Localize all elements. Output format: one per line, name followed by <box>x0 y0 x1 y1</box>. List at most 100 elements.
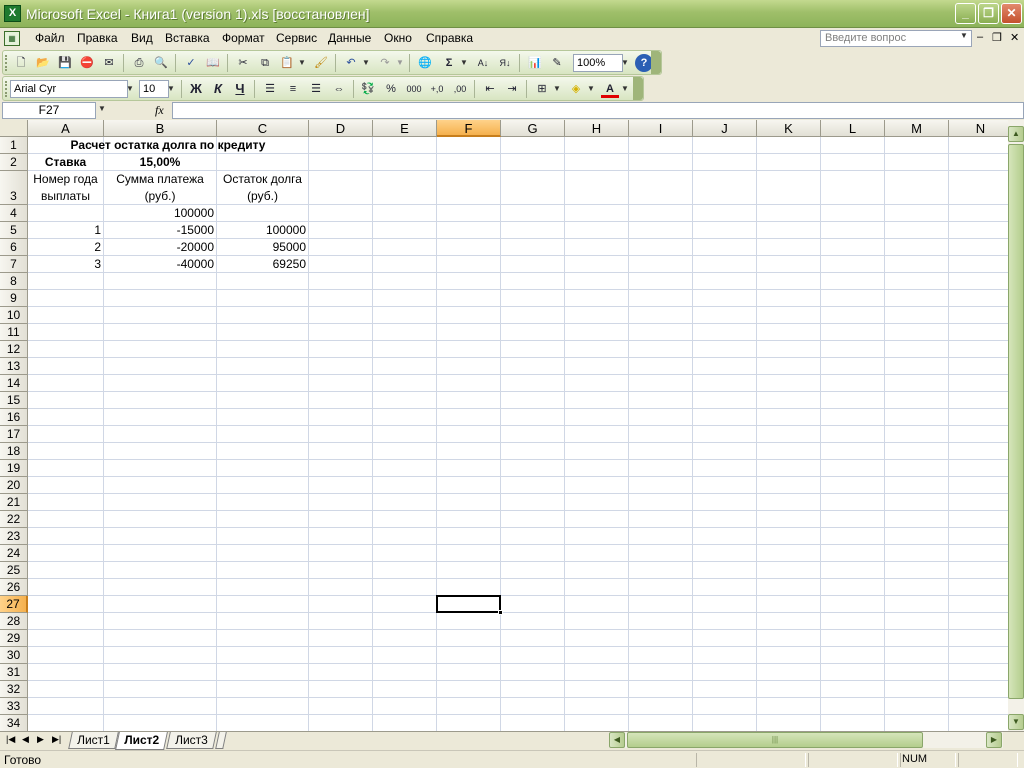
vertical-scrollbar[interactable]: ▲ ▼ <box>1008 120 1024 731</box>
row-header[interactable]: 1 <box>0 137 28 154</box>
print-preview-icon[interactable]: 🔍 <box>152 54 170 72</box>
chevron-down-icon[interactable]: ▼ <box>458 54 470 72</box>
row-header[interactable]: 29 <box>0 630 28 647</box>
chevron-down-icon[interactable]: ▼ <box>165 80 177 98</box>
column-header[interactable]: J <box>693 120 757 137</box>
data-cell[interactable]: -40000 <box>106 256 214 272</box>
row-header[interactable]: 28 <box>0 613 28 630</box>
data-cell[interactable]: 2 <box>30 239 101 255</box>
increase-indent-icon[interactable]: ⇥ <box>503 80 521 98</box>
column-header[interactable]: D <box>309 120 373 137</box>
column-header[interactable]: I <box>629 120 693 137</box>
row-header[interactable]: 19 <box>0 460 28 477</box>
workbook-icon[interactable]: ▦ <box>4 31 20 46</box>
chevron-down-icon[interactable]: ▼ <box>619 80 631 98</box>
formula-input[interactable] <box>172 102 1024 119</box>
row-header[interactable]: 25 <box>0 562 28 579</box>
cut-icon[interactable]: ✂ <box>234 54 252 72</box>
column-header[interactable]: C <box>217 120 309 137</box>
copy-icon[interactable]: ⧉ <box>256 54 274 72</box>
row-header[interactable]: 16 <box>0 409 28 426</box>
horizontal-scrollbar[interactable]: ◀ ||| ▶ <box>609 732 1003 748</box>
fill-handle[interactable] <box>498 610 503 615</box>
chevron-down-icon[interactable]: ▼ <box>124 80 136 98</box>
chart-wizard-icon[interactable]: 📊 <box>526 54 544 72</box>
next-sheet-icon[interactable]: ▶ <box>37 734 44 745</box>
insert-function-icon[interactable]: fx <box>155 103 164 118</box>
data-cell[interactable]: 69250 <box>219 256 306 272</box>
row-header[interactable]: 4 <box>0 205 28 222</box>
toolbar-options-icon[interactable] <box>651 51 661 74</box>
column-header[interactable]: M <box>885 120 949 137</box>
menu-edit[interactable]: Правка <box>75 31 120 45</box>
menu-format[interactable]: Формат <box>220 31 267 45</box>
close-button[interactable]: ✕ <box>1001 3 1022 24</box>
last-sheet-icon[interactable]: ▶| <box>52 734 61 745</box>
maximize-button[interactable]: ❐ <box>978 3 999 24</box>
permission-icon[interactable]: ⛔ <box>78 54 96 72</box>
row-header[interactable]: 8 <box>0 273 28 290</box>
column-header[interactable]: F <box>437 120 501 137</box>
header-cell[interactable]: Остаток долга (руб.) <box>219 171 306 204</box>
align-right-icon[interactable]: ☰ <box>307 80 325 98</box>
align-center-icon[interactable]: ≡ <box>284 80 302 98</box>
scroll-left-icon[interactable]: ◀ <box>609 732 625 748</box>
column-header[interactable]: N <box>949 120 1008 137</box>
row-header[interactable]: 13 <box>0 358 28 375</box>
scroll-up-icon[interactable]: ▲ <box>1008 126 1024 142</box>
tab-sheet2[interactable]: Лист2 <box>115 732 168 750</box>
row-header[interactable]: 33 <box>0 698 28 715</box>
chevron-down-icon[interactable]: ▼ <box>360 54 372 72</box>
autosum-icon[interactable]: Σ <box>440 54 458 72</box>
currency-icon[interactable]: 💱 <box>359 80 377 98</box>
spreadsheet-grid[interactable]: A B C D E F G H I J K L M N 1 2 3 4 5 6 7 8 9 10 11 12 13 14 15 16 17 1… <box>0 120 1008 731</box>
font-name-field[interactable]: Arial Cyr <box>10 80 128 98</box>
scroll-right-icon[interactable]: ▶ <box>986 732 1002 748</box>
underline-button[interactable]: Ч <box>231 80 249 98</box>
row-header[interactable]: 22 <box>0 511 28 528</box>
merge-center-icon[interactable]: ⇔ <box>330 80 348 98</box>
column-header[interactable]: G <box>501 120 565 137</box>
row-header[interactable]: 34 <box>0 715 28 731</box>
drawing-icon[interactable]: ✎ <box>548 54 566 72</box>
row-header[interactable]: 21 <box>0 494 28 511</box>
increase-decimal-button[interactable]: +,0 <box>428 80 446 98</box>
column-header[interactable]: L <box>821 120 885 137</box>
print-icon[interactable]: ⎙ <box>130 54 148 72</box>
row-header[interactable]: 31 <box>0 664 28 681</box>
first-sheet-icon[interactable]: |◀ <box>6 734 15 745</box>
menu-window[interactable]: Окно <box>382 31 414 45</box>
tab-sheet1[interactable]: Лист1 <box>68 732 119 749</box>
row-header[interactable]: 23 <box>0 528 28 545</box>
column-header[interactable]: H <box>565 120 629 137</box>
thousands-separator-button[interactable]: 000 <box>405 80 423 98</box>
undo-icon[interactable]: ↶ <box>342 54 360 72</box>
prev-sheet-icon[interactable]: ◀ <box>22 734 29 745</box>
select-all-button[interactable] <box>0 120 28 137</box>
row-header[interactable]: 32 <box>0 681 28 698</box>
rate-label-cell[interactable]: Ставка <box>30 154 101 170</box>
font-color-icon[interactable]: A <box>601 80 619 98</box>
italic-button[interactable]: К <box>209 80 227 98</box>
column-header[interactable]: B <box>104 120 217 137</box>
toolbar-grip[interactable] <box>5 55 8 71</box>
row-header[interactable]: 24 <box>0 545 28 562</box>
header-cell[interactable]: Номер года выплаты <box>30 171 101 204</box>
bold-button[interactable]: Ж <box>187 80 205 98</box>
name-box[interactable]: F27 <box>2 102 96 119</box>
vertical-scroll-thumb[interactable] <box>1008 144 1024 699</box>
row-header[interactable]: 2 <box>0 154 28 171</box>
menu-data[interactable]: Данные <box>326 31 373 45</box>
decrease-indent-icon[interactable]: ⇤ <box>481 80 499 98</box>
row-header[interactable]: 10 <box>0 307 28 324</box>
column-header[interactable]: K <box>757 120 821 137</box>
spelling-icon[interactable]: ✓ <box>182 54 200 72</box>
rate-value-cell[interactable]: 15,00% <box>106 154 214 170</box>
column-header[interactable]: E <box>373 120 437 137</box>
menu-tools[interactable]: Сервис <box>274 31 319 45</box>
row-header[interactable]: 30 <box>0 647 28 664</box>
row-header[interactable]: 14 <box>0 375 28 392</box>
email-icon[interactable]: ✉ <box>100 54 118 72</box>
row-header[interactable]: 26 <box>0 579 28 596</box>
align-left-icon[interactable]: ☰ <box>261 80 279 98</box>
